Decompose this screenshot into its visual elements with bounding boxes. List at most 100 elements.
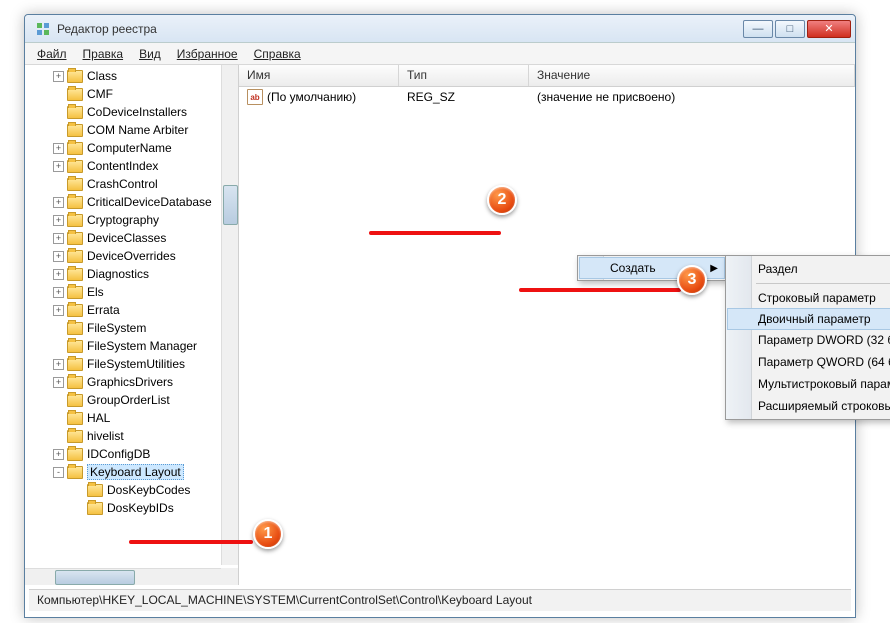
annotation-badge-2: 2 [487, 185, 517, 215]
menu-help[interactable]: Справка [248, 45, 307, 63]
tree-expander-none [73, 503, 84, 514]
registry-tree[interactable]: +ClassCMF CoDeviceInstallers COM Name Arbi… [25, 65, 238, 565]
tree-expander[interactable]: + [53, 449, 64, 460]
menu-file[interactable]: Файл [31, 45, 73, 63]
app-icon [35, 21, 51, 37]
folder-icon [67, 142, 83, 155]
tree-item[interactable]: +DeviceOverrides [29, 247, 238, 265]
tree-expander[interactable]: + [53, 287, 64, 298]
value-data: (значение не присвоено) [529, 90, 855, 104]
tree-item[interactable]: +Els [29, 283, 238, 301]
tree-item[interactable]: DosKeybIDs [29, 499, 238, 517]
tree-item[interactable]: +Cryptography [29, 211, 238, 229]
folder-icon [67, 340, 83, 353]
minimize-button[interactable]: — [743, 20, 773, 38]
value-row[interactable]: ab (По умолчанию) REG_SZ (значение не пр… [239, 87, 855, 107]
folder-icon [67, 376, 83, 389]
tree-expander[interactable]: + [53, 233, 64, 244]
tree-item-label: hivelist [87, 429, 124, 443]
tree-item[interactable]: +Class [29, 67, 238, 85]
menu-favorites[interactable]: Избранное [171, 45, 244, 63]
tree-item[interactable]: CMF [29, 85, 238, 103]
value-type: REG_SZ [399, 90, 529, 104]
menu-item-multistring[interactable]: Мультистроковый параметр [728, 373, 890, 395]
folder-icon [67, 196, 83, 209]
tree-item[interactable]: hivelist [29, 427, 238, 445]
tree-expander[interactable]: + [53, 305, 64, 316]
tree-expander[interactable]: + [53, 143, 64, 154]
tree-item-label: FileSystemUtilities [87, 357, 185, 371]
tree-expander[interactable]: + [53, 215, 64, 226]
folder-icon [67, 412, 83, 425]
values-pane: Имя Тип Значение ab (По умолчанию) REG_S… [239, 65, 855, 585]
tree-item[interactable]: +ContentIndex [29, 157, 238, 175]
tree-expander[interactable]: + [53, 71, 64, 82]
tree-item[interactable]: -Keyboard Layout [29, 463, 238, 481]
tree-item[interactable]: CrashControl [29, 175, 238, 193]
folder-icon [67, 160, 83, 173]
folder-icon [67, 106, 83, 119]
tree-item[interactable]: +DeviceClasses [29, 229, 238, 247]
tree-item[interactable]: CoDeviceInstallers [29, 103, 238, 121]
col-value[interactable]: Значение [529, 65, 855, 86]
tree-expander[interactable]: + [53, 251, 64, 262]
menubar: Файл Правка Вид Избранное Справка [25, 43, 855, 65]
tree-expander[interactable]: - [53, 467, 64, 478]
close-button[interactable]: ✕ [807, 20, 851, 38]
string-value-icon: ab [247, 89, 263, 105]
folder-icon [67, 322, 83, 335]
submenu-arrow-icon: ▶ [710, 263, 718, 274]
scroll-thumb[interactable] [55, 570, 135, 585]
tree-scrollbar-vertical[interactable] [221, 65, 238, 565]
tree-item[interactable]: COM Name Arbiter [29, 121, 238, 139]
tree-expander-none [73, 485, 84, 496]
menu-edit[interactable]: Правка [77, 45, 130, 63]
menu-item-binary[interactable]: Двоичный параметр [727, 308, 890, 330]
menu-item-string[interactable]: Строковый параметр [728, 287, 890, 309]
menu-item-qword[interactable]: Параметр QWORD (64 бита) [728, 351, 890, 373]
tree-expander[interactable]: + [53, 269, 64, 280]
folder-icon [67, 214, 83, 227]
tree-item[interactable]: +CriticalDeviceDatabase [29, 193, 238, 211]
tree-item-label: CoDeviceInstallers [87, 105, 187, 119]
menu-view[interactable]: Вид [133, 45, 167, 63]
scroll-thumb[interactable] [223, 185, 238, 225]
tree-item[interactable]: HAL [29, 409, 238, 427]
window-title: Редактор реестра [57, 22, 741, 36]
tree-expander[interactable]: + [53, 197, 64, 208]
folder-icon [67, 448, 83, 461]
tree-item[interactable]: +IDConfigDB [29, 445, 238, 463]
folder-icon [67, 70, 83, 83]
tree-item[interactable]: DosKeybCodes [29, 481, 238, 499]
tree-item[interactable]: GroupOrderList [29, 391, 238, 409]
tree-expander[interactable]: + [53, 377, 64, 388]
tree-item[interactable]: +Diagnostics [29, 265, 238, 283]
annotation-badge-1: 1 [253, 519, 283, 549]
tree-expander[interactable]: + [53, 359, 64, 370]
tree-scrollbar-horizontal[interactable] [25, 568, 222, 585]
tree-item[interactable]: FileSystem [29, 319, 238, 337]
tree-item[interactable]: + FileSystemUtilities [29, 355, 238, 373]
tree-item[interactable]: +GraphicsDrivers [29, 373, 238, 391]
folder-icon [67, 88, 83, 101]
tree-pane: +ClassCMF CoDeviceInstallers COM Name Arbi… [25, 65, 239, 585]
menu-item-label: Мультистроковый параметр [758, 377, 890, 391]
tree-item[interactable]: +ComputerName [29, 139, 238, 157]
window-buttons: — □ ✕ [741, 20, 851, 38]
menu-item-dword[interactable]: Параметр DWORD (32 бита) [728, 329, 890, 351]
annotation-badge-3: 3 [677, 265, 707, 295]
col-type[interactable]: Тип [399, 65, 529, 86]
menu-item-label: Расширяемый строковый параметр [758, 399, 890, 413]
folder-icon [67, 124, 83, 137]
tree-item[interactable]: +Errata [29, 301, 238, 319]
menu-item-expandstring[interactable]: Расширяемый строковый параметр [728, 395, 890, 417]
tree-item-label: GroupOrderList [87, 393, 170, 407]
menu-item-key[interactable]: Раздел [728, 258, 890, 280]
titlebar[interactable]: Редактор реестра — □ ✕ [25, 15, 855, 43]
folder-icon [67, 250, 83, 263]
tree-item[interactable]: FileSystem Manager [29, 337, 238, 355]
tree-expander-none [53, 125, 64, 136]
col-name[interactable]: Имя [239, 65, 399, 86]
tree-expander[interactable]: + [53, 161, 64, 172]
maximize-button[interactable]: □ [775, 20, 805, 38]
